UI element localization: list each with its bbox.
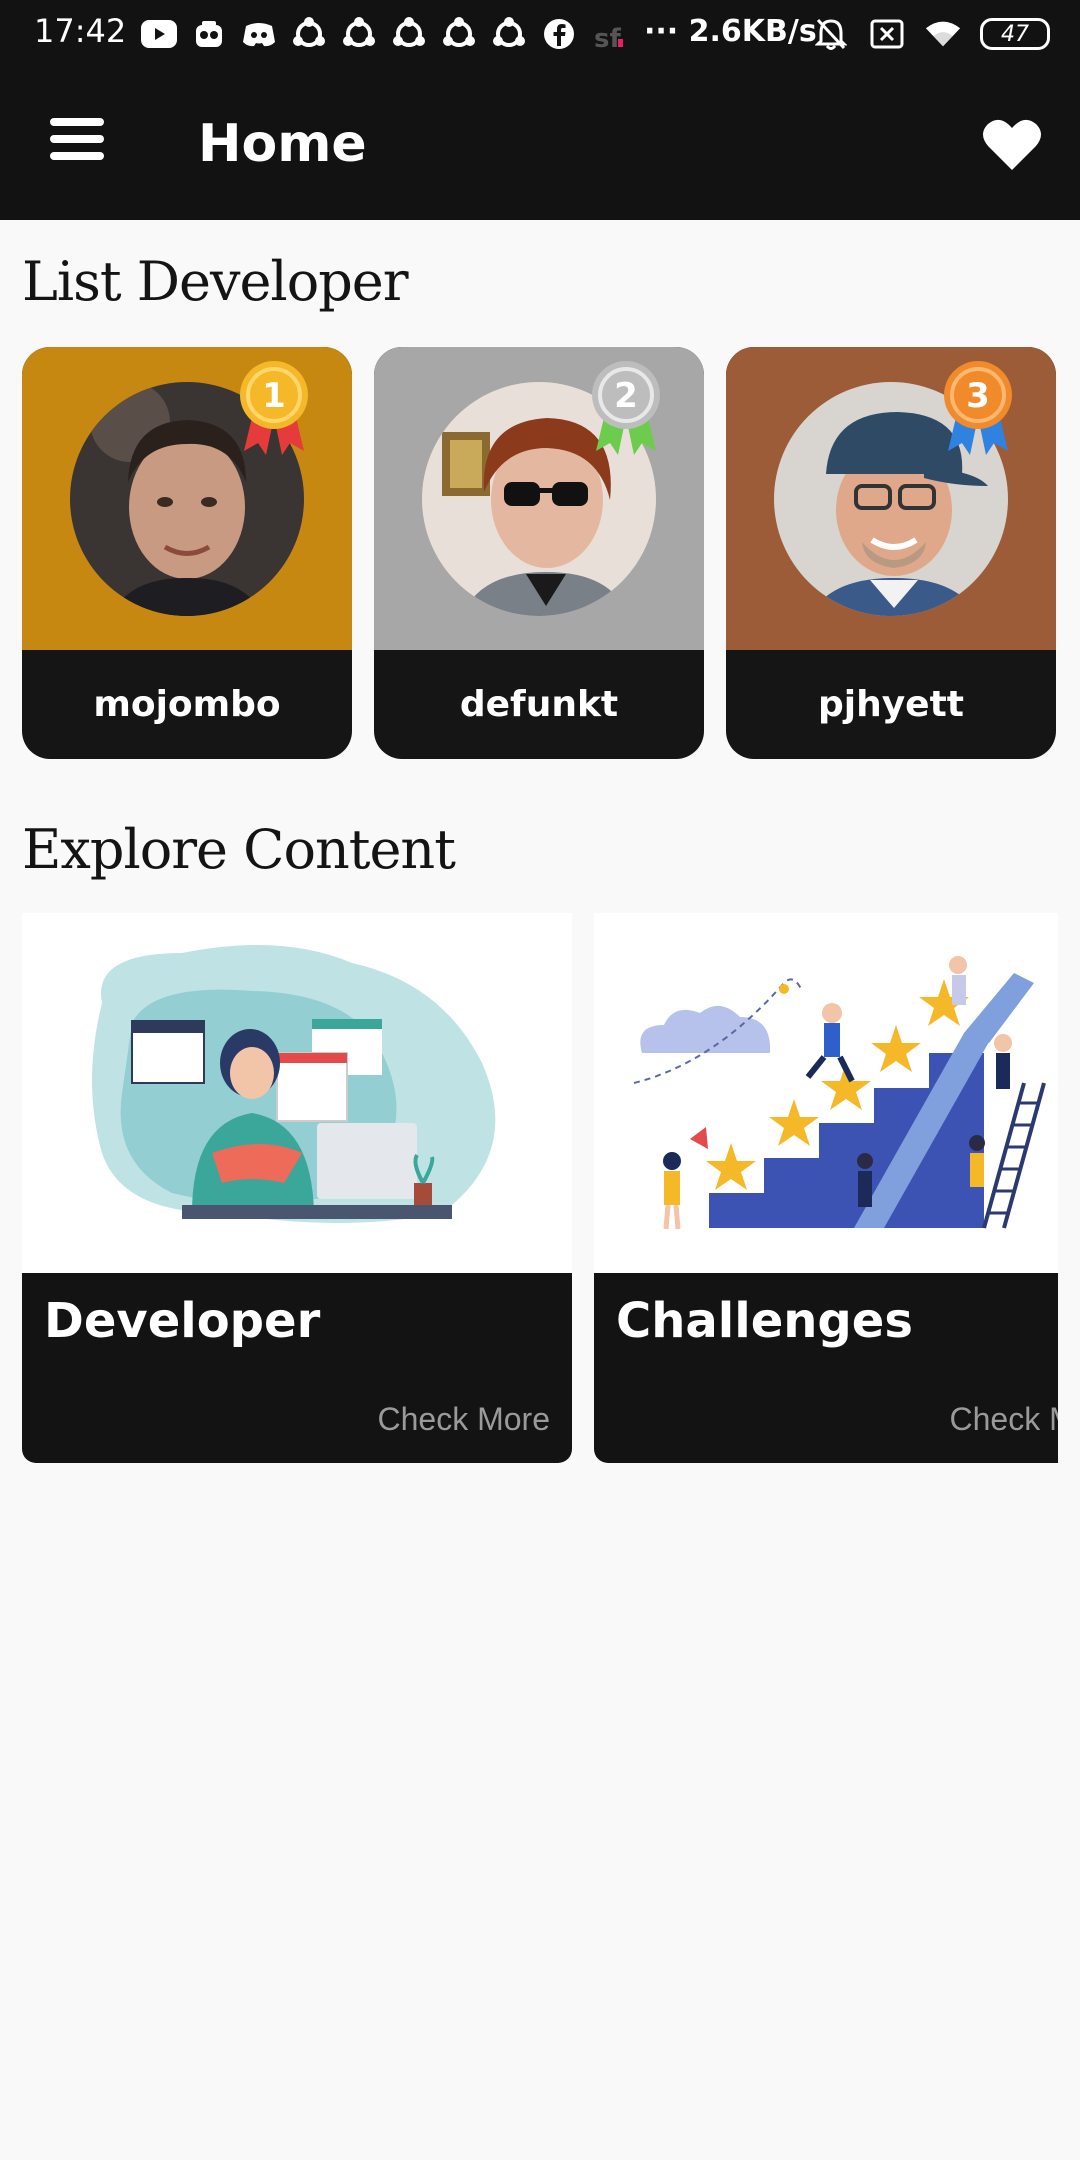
section-title-explore: Explore Content bbox=[22, 818, 456, 881]
developer-illustration bbox=[22, 913, 572, 1273]
favorite-button[interactable] bbox=[980, 114, 1044, 174]
heart-icon bbox=[983, 119, 1041, 170]
section-title-developers: List Developer bbox=[22, 250, 409, 313]
rank-number: 2 bbox=[614, 376, 638, 416]
menu-button[interactable] bbox=[50, 118, 104, 168]
explore-card-title: Challenges bbox=[616, 1293, 913, 1349]
developer-name: defunkt bbox=[459, 684, 619, 725]
system-icons: 47 bbox=[812, 14, 1050, 54]
explore-card-challenges[interactable]: Challenges Check More bbox=[594, 913, 1058, 1463]
rank-medal: 1 bbox=[236, 359, 312, 459]
rank-medal: 3 bbox=[940, 359, 1016, 459]
wifi-icon bbox=[924, 17, 962, 51]
sync-icon bbox=[340, 17, 378, 51]
sim-off-icon bbox=[868, 17, 906, 51]
developer-name: mojombo bbox=[93, 684, 281, 725]
sync-icon bbox=[440, 17, 478, 51]
rank-medal: 2 bbox=[588, 359, 664, 459]
status-time: 17:42 bbox=[34, 12, 127, 50]
explore-card-title: Developer bbox=[44, 1293, 321, 1349]
rank-number: 1 bbox=[262, 376, 286, 416]
sf-icon: sf bbox=[590, 17, 628, 51]
sync-icon bbox=[290, 17, 328, 51]
explore-carousel[interactable]: Developer Check More Challenges Check bbox=[0, 913, 1058, 1465]
sync-icon bbox=[390, 17, 428, 51]
rank-number: 3 bbox=[966, 376, 990, 416]
sync-icon bbox=[490, 17, 528, 51]
battery-level: 47 bbox=[1001, 21, 1029, 47]
youtube-icon bbox=[140, 17, 178, 51]
developer-name: pjhyett bbox=[817, 684, 965, 725]
notification-icons: sf bbox=[140, 14, 628, 54]
menu-icon bbox=[50, 118, 104, 160]
camera-app-icon bbox=[190, 17, 228, 51]
check-more-link[interactable]: Check More bbox=[950, 1401, 1059, 1438]
page-title: Home bbox=[198, 114, 367, 174]
challenges-illustration bbox=[594, 913, 1058, 1273]
developer-card[interactable]: 1 mojombo bbox=[22, 347, 352, 759]
explore-card-developer[interactable]: Developer Check More bbox=[22, 913, 572, 1463]
developer-card[interactable]: 2 defunkt bbox=[374, 347, 704, 759]
discord-icon bbox=[240, 17, 278, 51]
developer-card[interactable]: 3 pjhyett bbox=[726, 347, 1056, 759]
check-more-link[interactable]: Check More bbox=[378, 1401, 551, 1438]
battery-icon: 47 bbox=[980, 18, 1050, 50]
app-bar: Home bbox=[0, 66, 1080, 220]
status-bar: 17:42 sf ··· 2.6KB/s 47 bbox=[0, 0, 1080, 66]
facebook-icon bbox=[540, 17, 578, 51]
bell-off-icon bbox=[812, 17, 850, 51]
network-speed: ··· 2.6KB/s bbox=[644, 14, 817, 49]
svg-text:sf: sf bbox=[594, 24, 621, 51]
